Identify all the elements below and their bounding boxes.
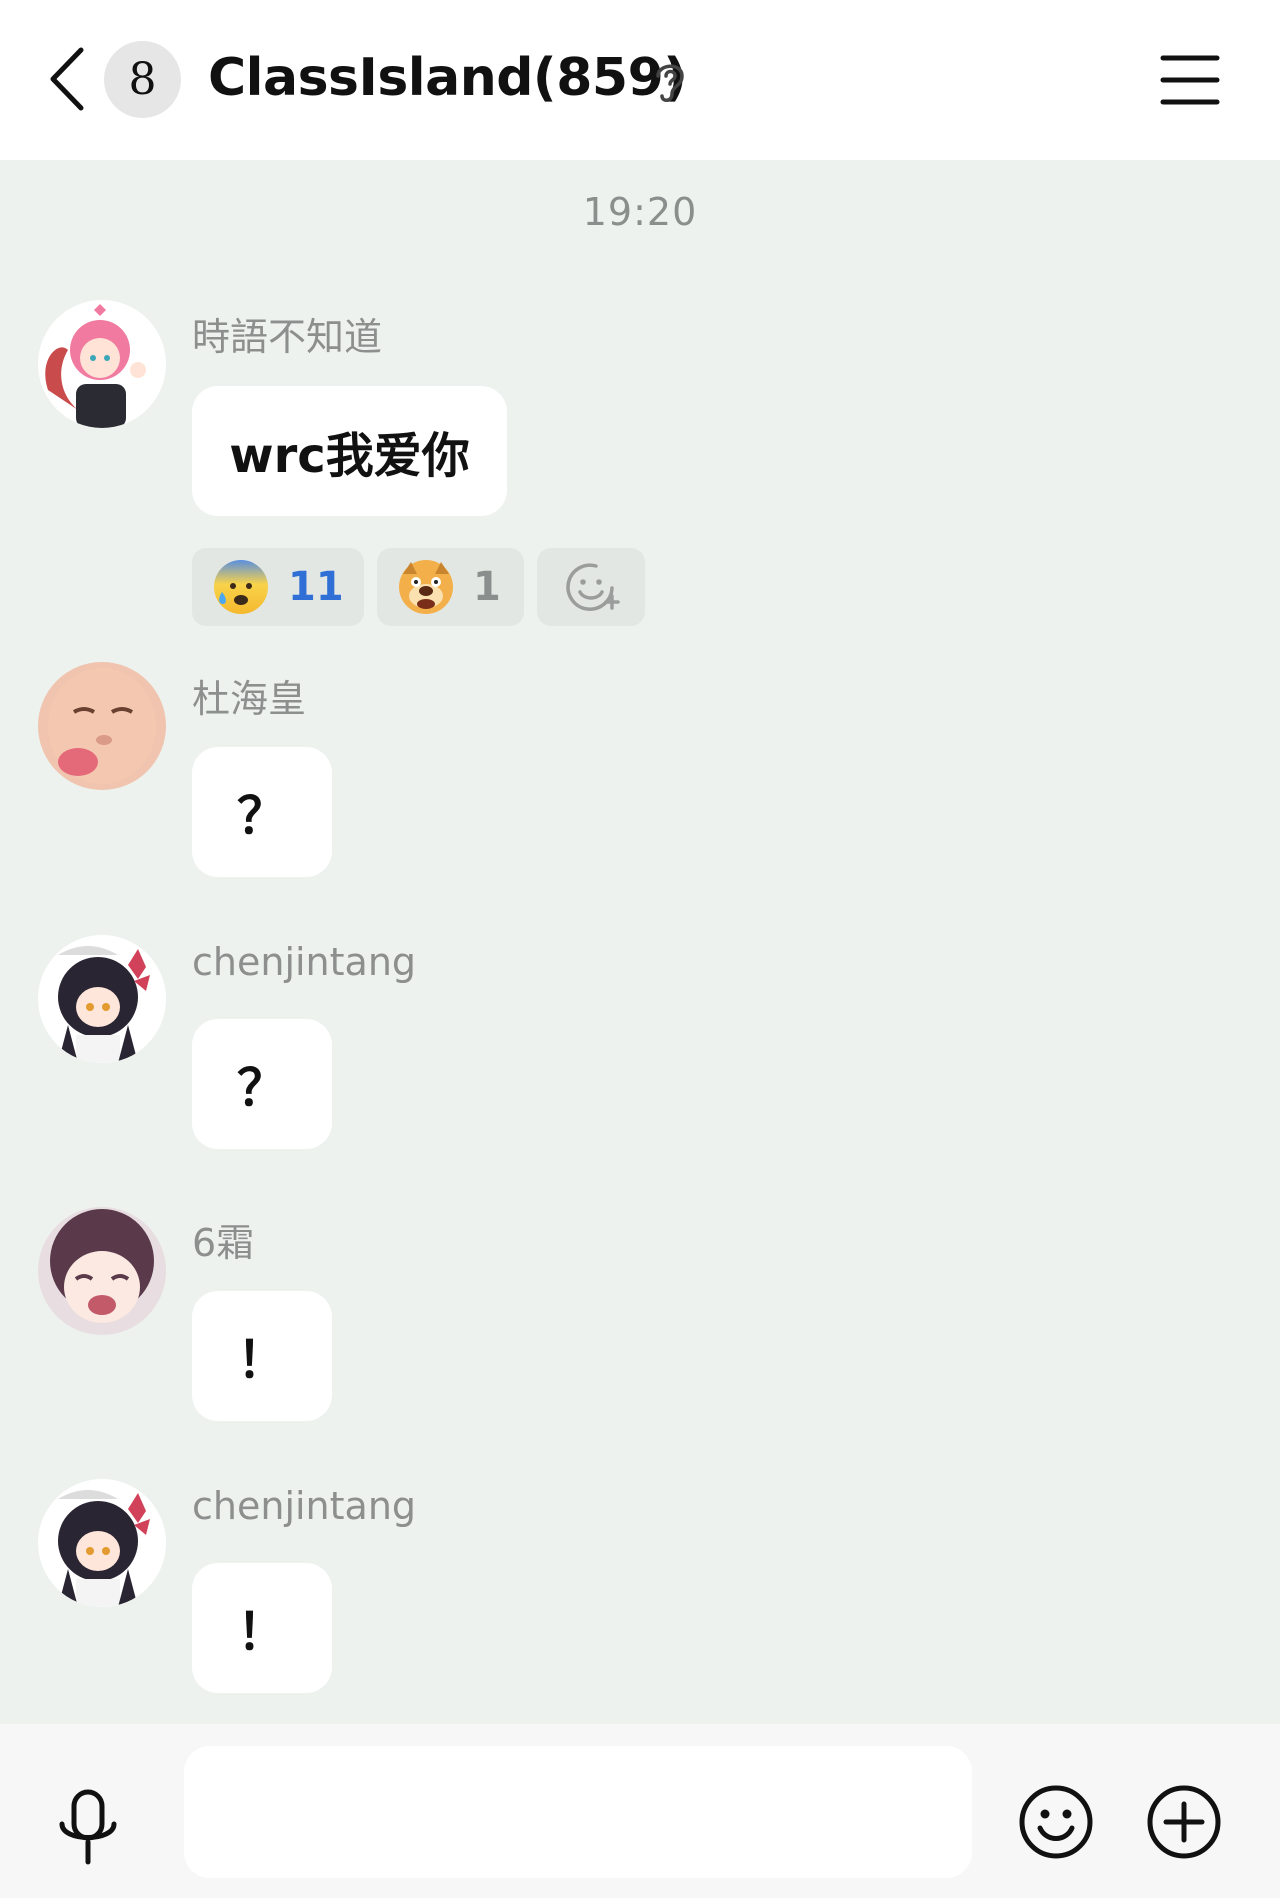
- message-bubble[interactable]: ？: [192, 747, 332, 877]
- sender-name: 時語不知道: [192, 315, 383, 359]
- anime-girl-pink-hair-avatar: [38, 300, 166, 428]
- add-reaction-button[interactable]: [537, 548, 645, 626]
- sender-name: 6霜: [192, 1221, 255, 1265]
- message-timestamp: 19:20: [582, 190, 698, 234]
- reaction-count: 1: [473, 564, 501, 610]
- avatar[interactable]: [38, 1479, 166, 1607]
- message-bubble[interactable]: wrc我爱你: [192, 386, 507, 516]
- emoji-smiley-icon[interactable]: [1018, 1784, 1094, 1860]
- reaction-count: 11: [288, 564, 344, 610]
- unread-count-badge[interactable]: 8: [104, 41, 181, 118]
- hamburger-menu-icon[interactable]: [1160, 52, 1220, 108]
- sender-name: chenjintang: [192, 940, 417, 984]
- avatar[interactable]: [38, 662, 166, 790]
- reaction-chip-anxious[interactable]: 11: [192, 548, 364, 626]
- avatar[interactable]: [38, 935, 166, 1063]
- sender-name: chenjintang: [192, 1484, 417, 1528]
- ear-icon[interactable]: [648, 58, 692, 106]
- anime-girl-crying-avatar: [38, 1207, 166, 1335]
- microphone-icon[interactable]: [56, 1788, 120, 1868]
- top-bar: 8 ClassIsland(859): [0, 0, 1280, 160]
- man-tongue-out-avatar: [38, 662, 166, 790]
- back-button[interactable]: [42, 44, 92, 114]
- chat-title: ClassIsland(859): [208, 48, 687, 108]
- plus-circle-icon[interactable]: [1146, 1784, 1222, 1860]
- sender-name: 杜海皇: [192, 677, 307, 721]
- avatar[interactable]: [38, 300, 166, 428]
- avatar[interactable]: [38, 1207, 166, 1335]
- dog-face-emoji-icon: [399, 560, 453, 614]
- message-bubble[interactable]: ！: [192, 1563, 332, 1693]
- message-input[interactable]: [184, 1746, 972, 1878]
- reaction-chip-dog[interactable]: 1: [377, 548, 524, 626]
- add-reaction-icon: [566, 563, 620, 611]
- anime-girl-dark-hair-avatar: [38, 1479, 166, 1607]
- chat-screen: 8 ClassIsland(859) 19:20 時語不知道 wrc我爱你 11…: [0, 0, 1280, 1898]
- anxious-sweat-emoji-icon: [214, 560, 268, 614]
- message-bubble[interactable]: ？: [192, 1019, 332, 1149]
- chevron-left-icon: [50, 47, 84, 111]
- message-bubble[interactable]: ！: [192, 1291, 332, 1421]
- anime-girl-dark-hair-avatar: [38, 935, 166, 1063]
